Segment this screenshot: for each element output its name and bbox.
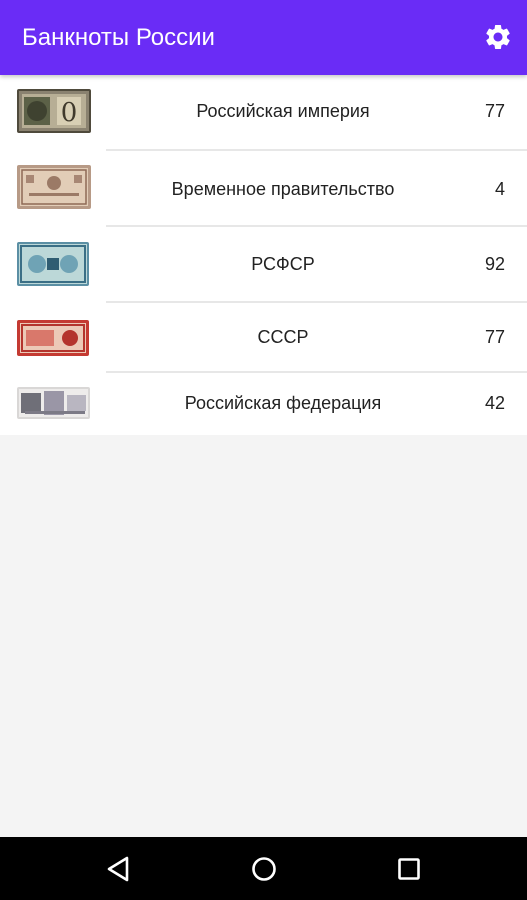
nav-recents-button[interactable] (392, 852, 426, 886)
category-list: 0 Российская империя 77 Временное правит… (0, 75, 527, 435)
list-item-count: 92 (484, 254, 505, 274)
list-item-label: Российская империя (196, 101, 370, 121)
list-item-russian-empire[interactable]: 0 Российская империя 77 (0, 75, 527, 151)
list-item-rsfsr[interactable]: РСФСР 92 (0, 227, 527, 303)
list-item-label: РСФСР (251, 254, 315, 274)
svg-text:0: 0 (61, 98, 78, 128)
list-item-ussr[interactable]: СССР 77 (0, 303, 527, 373)
list-item-russian-federation[interactable]: Российская федерация 42 (0, 373, 527, 435)
list-item-count: 4 (494, 179, 505, 199)
banknote-image-rsfsr (17, 242, 89, 286)
home-circle-icon (252, 857, 276, 881)
recents-square-icon (398, 858, 420, 880)
settings-button[interactable] (483, 22, 513, 52)
list-item-count: 77 (484, 327, 505, 347)
list-item-count: 42 (484, 393, 505, 413)
app-title: Банкноты России (22, 24, 215, 51)
app-bar: Банкноты России (0, 0, 527, 75)
system-navigation-bar (0, 837, 527, 900)
back-triangle-icon (107, 856, 129, 882)
banknote-image-empire: 0 (17, 89, 91, 133)
gear-icon (486, 24, 510, 49)
list-item-label: СССР (257, 327, 309, 347)
nav-back-button[interactable] (102, 852, 136, 886)
banknote-image-ussr (17, 320, 89, 356)
list-item-provisional-government[interactable]: Временное правительство 4 (0, 151, 527, 227)
nav-home-button[interactable] (247, 852, 281, 886)
list-item-label: Российская федерация (184, 393, 382, 413)
banknote-image-federation (17, 387, 90, 419)
list-item-label: Временное правительство (171, 179, 395, 199)
list-item-count: 77 (484, 101, 505, 121)
banknote-image-provisional (17, 165, 91, 209)
